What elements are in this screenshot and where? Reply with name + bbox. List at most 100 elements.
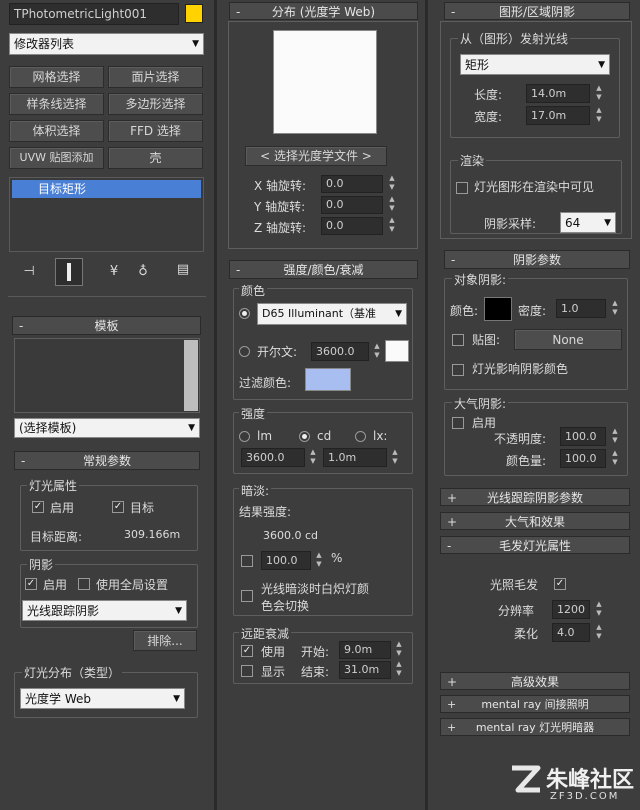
render-visible-checkbox[interactable] bbox=[456, 182, 468, 194]
spinner-icon[interactable]: ▲ ▼ bbox=[308, 448, 318, 468]
modifier-list-dropdown[interactable]: 修改器列表 ▼ bbox=[9, 33, 204, 55]
far-use-checkbox[interactable]: ✓ bbox=[241, 645, 253, 657]
template-rollout-header[interactable]: - 模板 bbox=[12, 316, 201, 335]
filter-color-swatch[interactable] bbox=[305, 368, 351, 391]
exclude-button[interactable]: 排除... bbox=[133, 630, 197, 651]
shadow-params-rollout-header[interactable]: - 阴影参数 bbox=[444, 250, 630, 269]
modifier-button[interactable]: 体积选择 bbox=[9, 120, 104, 142]
x-rotation-field[interactable]: 0.0 bbox=[321, 175, 383, 193]
modifier-button[interactable]: 网格选择 bbox=[9, 66, 104, 88]
object-color-swatch[interactable] bbox=[185, 4, 203, 23]
spinner-icon[interactable]: ▲ ▼ bbox=[387, 195, 397, 215]
advanced-rollout-header[interactable]: + 高级效果 bbox=[440, 672, 630, 690]
kelvin-color-swatch[interactable] bbox=[385, 340, 409, 362]
softness-field[interactable]: 4.0 bbox=[552, 623, 590, 642]
modifier-button[interactable]: 面片选择 bbox=[108, 66, 203, 88]
unit-lx-radio[interactable] bbox=[355, 431, 366, 442]
spinner-icon[interactable]: ▲ ▼ bbox=[390, 448, 400, 468]
unit-lm-radio[interactable] bbox=[239, 431, 250, 442]
dimming-checkbox[interactable] bbox=[241, 555, 253, 567]
stack-item-target-area[interactable]: 目标矩形 bbox=[12, 180, 201, 198]
global-settings-checkbox[interactable] bbox=[78, 578, 90, 590]
spinner-icon[interactable]: ▲ ▼ bbox=[610, 299, 620, 319]
kelvin-field[interactable]: 3600.0 bbox=[311, 342, 369, 361]
show-end-result-button[interactable] bbox=[55, 258, 83, 286]
spinner-icon[interactable]: ▲ ▼ bbox=[387, 216, 397, 236]
intensity-rollout-header[interactable]: - 强度/颜色/衰减 bbox=[229, 260, 418, 279]
spinner-icon[interactable]: ▲ ▼ bbox=[394, 660, 404, 680]
enabled-checkbox[interactable]: ✓ bbox=[32, 501, 44, 513]
shadow-map-checkbox[interactable] bbox=[452, 334, 464, 346]
modifier-button[interactable]: FFD 选择 bbox=[108, 120, 203, 142]
spinner-icon[interactable]: ▲ ▼ bbox=[594, 106, 604, 126]
raytrace-rollout-header[interactable]: + 光线跟踪阴影参数 bbox=[440, 488, 630, 506]
spinner-icon[interactable]: ▲ ▼ bbox=[594, 600, 604, 620]
spinner-icon[interactable]: ▲ ▼ bbox=[314, 551, 324, 571]
far-end-field[interactable]: 31.0m bbox=[339, 661, 391, 679]
pin-stack-icon[interactable]: ⊣ bbox=[18, 264, 40, 279]
spinner-icon[interactable]: ▲ ▼ bbox=[394, 640, 404, 660]
modifier-list-label: 修改器列表 bbox=[14, 37, 75, 51]
shape-rollout-header[interactable]: - 图形/区域阴影 bbox=[444, 2, 630, 20]
opacity-field[interactable]: 100.0 bbox=[560, 427, 606, 446]
distribution-type-dropdown[interactable]: 光度学 Web ▼ bbox=[20, 688, 185, 709]
collapse-icon: - bbox=[451, 253, 456, 267]
general-params-rollout-header[interactable]: - 常规参数 bbox=[14, 451, 200, 470]
configure-modifier-sets-icon[interactable]: ▤ bbox=[172, 262, 194, 277]
mr-indirect-title: mental ray 间接照明 bbox=[481, 698, 589, 711]
width-field[interactable]: 17.0m bbox=[526, 106, 590, 125]
modifier-button[interactable]: 多边形选择 bbox=[108, 93, 203, 115]
target-checkbox[interactable]: ✓ bbox=[112, 501, 124, 513]
mr-indirect-rollout-header[interactable]: + mental ray 间接照明 bbox=[440, 695, 630, 713]
distribution-rollout-header[interactable]: - 分布 (光度学 Web) bbox=[229, 2, 418, 20]
template-select-dropdown[interactable]: (选择模板) ▼ bbox=[14, 418, 200, 438]
modifier-button[interactable]: 壳 bbox=[108, 147, 203, 169]
strength-field[interactable]: 3600.0 bbox=[241, 448, 305, 467]
spinner-icon[interactable]: ▲ ▼ bbox=[594, 84, 604, 104]
render-group-label: 渲染 bbox=[458, 152, 487, 169]
shape-type-dropdown[interactable]: 矩形 ▼ bbox=[460, 54, 610, 75]
dimming-percent-field[interactable]: 100.0 bbox=[261, 551, 311, 570]
shadow-type-dropdown[interactable]: 光线跟踪阴影 ▼ bbox=[22, 600, 187, 621]
light-affects-checkbox[interactable] bbox=[452, 364, 464, 376]
light-hair-checkbox[interactable]: ✓ bbox=[554, 578, 566, 590]
incandescent-checkbox[interactable] bbox=[241, 590, 253, 602]
color-preset-radio[interactable] bbox=[239, 308, 250, 319]
strength-distance-field[interactable]: 1.0m bbox=[323, 448, 387, 467]
remove-modifier-icon[interactable]: ♁ bbox=[132, 264, 154, 279]
modifier-button[interactable]: UVW 贴图添加 bbox=[9, 147, 104, 169]
length-field[interactable]: 14.0m bbox=[526, 84, 590, 103]
mr-shader-rollout-header[interactable]: + mental ray 灯光明暗器 bbox=[440, 718, 630, 736]
make-unique-icon[interactable]: ¥ bbox=[103, 264, 125, 279]
modifier-button[interactable]: 样条线选择 bbox=[9, 93, 104, 115]
spinner-icon[interactable]: ▲ ▼ bbox=[594, 623, 604, 643]
far-use-label: 使用 bbox=[261, 645, 286, 659]
shadow-map-button[interactable]: None bbox=[514, 329, 622, 350]
spinner-icon[interactable]: ▲ ▼ bbox=[372, 342, 382, 362]
atmo-enable-checkbox[interactable] bbox=[452, 417, 464, 429]
resolution-field[interactable]: 1200 bbox=[552, 600, 590, 619]
scrollbar[interactable] bbox=[184, 340, 198, 411]
choose-photometric-file-button[interactable]: < 选择光度学文件 > bbox=[245, 146, 387, 166]
shadow-color-swatch[interactable] bbox=[484, 297, 512, 321]
spinner-icon[interactable]: ▲ ▼ bbox=[610, 449, 620, 469]
color-amount-field[interactable]: 100.0 bbox=[560, 449, 606, 468]
spinner-icon[interactable]: ▲ ▼ bbox=[387, 174, 397, 194]
color-preset-dropdown[interactable]: D65 Illuminant（基准 ▼ bbox=[257, 303, 407, 325]
shadow-samples-dropdown[interactable]: 64 ▼ bbox=[560, 212, 616, 233]
unit-cd-radio[interactable] bbox=[299, 431, 310, 442]
width-label: 宽度: bbox=[474, 110, 503, 124]
global-settings-label: 使用全局设置 bbox=[96, 578, 169, 592]
shadow-enabled-checkbox[interactable]: ✓ bbox=[25, 578, 37, 590]
hair-rollout-header[interactable]: - 毛发灯光属性 bbox=[440, 536, 630, 554]
z-rotation-field[interactable]: 0.0 bbox=[321, 217, 383, 235]
far-show-checkbox[interactable] bbox=[241, 665, 253, 677]
y-rotation-field[interactable]: 0.0 bbox=[321, 196, 383, 214]
kelvin-radio[interactable] bbox=[239, 346, 250, 357]
object-name-field[interactable]: TPhotometricLight001 bbox=[9, 3, 179, 25]
far-start-field[interactable]: 9.0m bbox=[339, 641, 391, 659]
template-list[interactable] bbox=[14, 338, 200, 413]
spinner-icon[interactable]: ▲ ▼ bbox=[610, 427, 620, 447]
density-field[interactable]: 1.0 bbox=[556, 299, 606, 318]
atmosphere-rollout-header[interactable]: + 大气和效果 bbox=[440, 512, 630, 530]
